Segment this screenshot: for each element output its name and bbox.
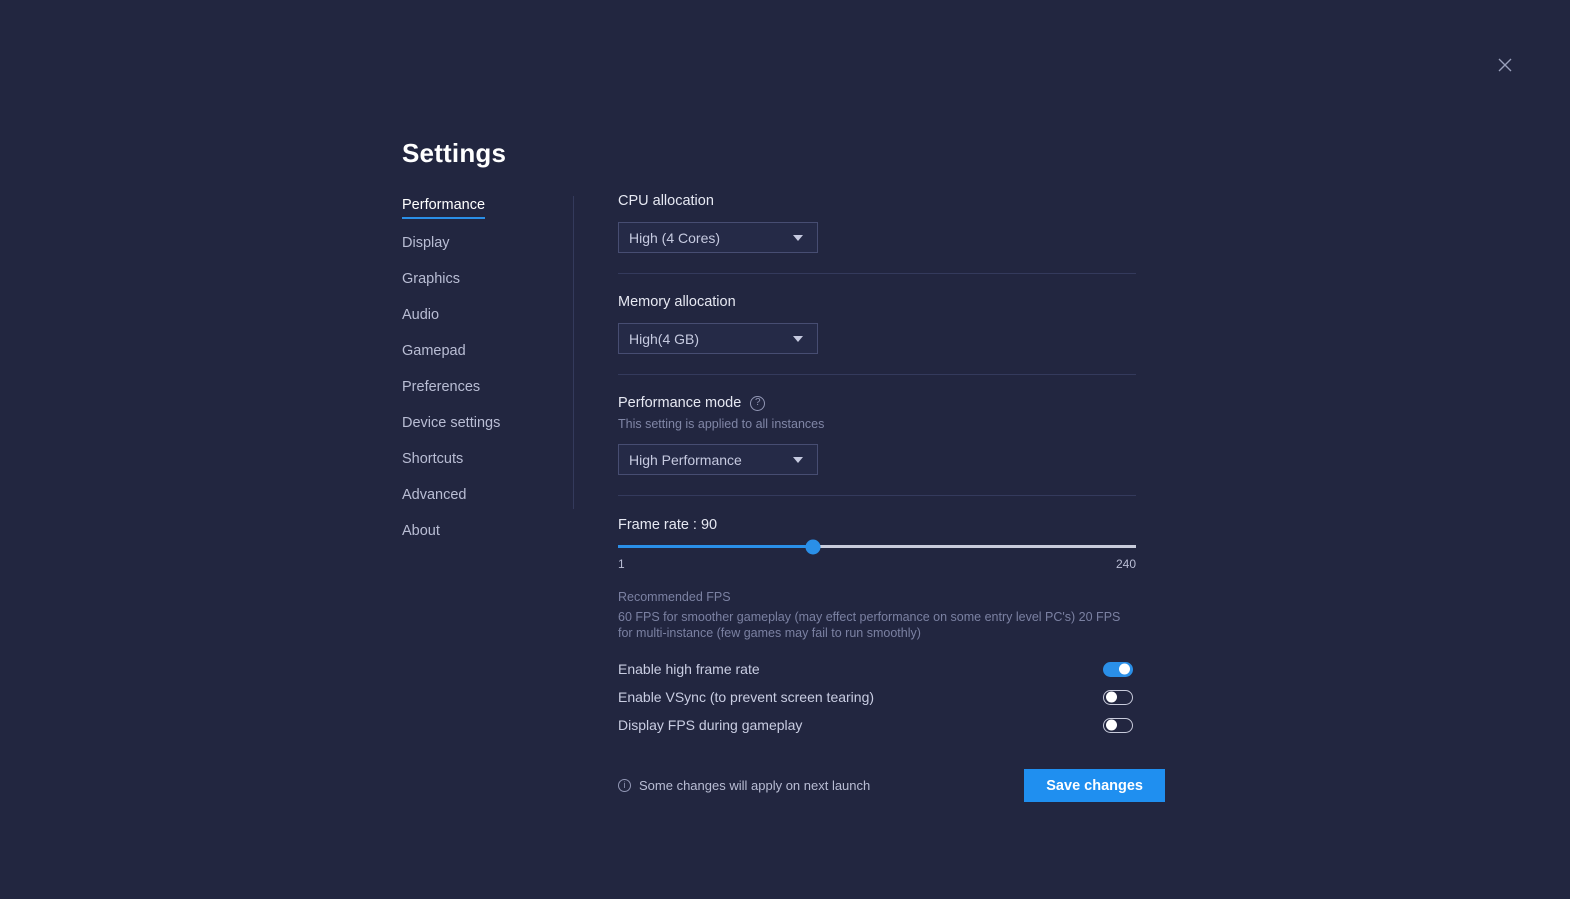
toggle-display-fps[interactable] bbox=[1103, 717, 1133, 733]
sidebar-item-advanced[interactable]: Advanced bbox=[402, 488, 467, 507]
footer: i Some changes will apply on next launch… bbox=[618, 769, 1165, 803]
divider bbox=[618, 273, 1136, 274]
cpu-allocation-select[interactable]: High (4 Cores) bbox=[618, 222, 818, 253]
performance-mode-header: Performance mode ? bbox=[618, 395, 1136, 411]
memory-allocation-value: High(4 GB) bbox=[629, 330, 700, 347]
sidebar-item-preferences[interactable]: Preferences bbox=[402, 380, 480, 399]
page-title: Settings bbox=[402, 138, 507, 168]
recommended-fps-heading: Recommended FPS bbox=[618, 590, 731, 604]
sidebar-item-graphics[interactable]: Graphics bbox=[402, 272, 460, 291]
toggle-knob bbox=[1119, 663, 1130, 675]
recommended-fps-body: 60 FPS for smoother gameplay (may effect… bbox=[618, 610, 1121, 640]
frame-rate-scale: 1 240 bbox=[618, 557, 1136, 571]
toggle-row-display-fps: Display FPS during gameplay bbox=[618, 711, 1133, 739]
divider bbox=[618, 495, 1136, 496]
settings-window: Settings Performance Display Graphics Au… bbox=[0, 0, 1570, 899]
sidebar-item-performance[interactable]: Performance bbox=[402, 198, 486, 219]
frame-rate-label: Frame rate : 90 bbox=[618, 517, 718, 533]
cpu-allocation-label: CPU allocation bbox=[618, 193, 714, 209]
toggle-row-high-frame-rate: Enable high frame rate bbox=[618, 655, 1133, 683]
performance-mode-note: This setting is applied to all instances bbox=[618, 417, 825, 431]
performance-mode-select[interactable]: High Performance bbox=[618, 444, 818, 475]
toggle-label: Enable high frame rate bbox=[618, 661, 760, 678]
chevron-down-icon bbox=[793, 234, 803, 241]
memory-allocation-select[interactable]: High(4 GB) bbox=[618, 323, 818, 354]
memory-allocation-section: Memory allocation High(4 GB) bbox=[618, 294, 1136, 354]
sidebar-item-display[interactable]: Display bbox=[402, 236, 450, 255]
save-changes-button[interactable]: Save changes bbox=[1024, 769, 1165, 803]
frame-rate-slider[interactable] bbox=[618, 539, 1136, 554]
chevron-down-icon bbox=[793, 335, 803, 342]
sidebar-item-gamepad[interactable]: Gamepad bbox=[402, 344, 466, 363]
frame-rate-min-label: 1 bbox=[618, 557, 625, 571]
sidebar-nav: Performance Display Graphics Audio Gamep… bbox=[402, 197, 552, 559]
performance-mode-value: High Performance bbox=[629, 451, 742, 468]
footer-note-text: Some changes will apply on next launch bbox=[639, 778, 871, 794]
cpu-allocation-section: CPU allocation High (4 Cores) bbox=[618, 193, 1136, 253]
footer-note: i Some changes will apply on next launch bbox=[618, 778, 870, 793]
frame-rate-slider-fill bbox=[618, 545, 813, 548]
frame-rate-slider-handle[interactable] bbox=[805, 539, 821, 554]
divider bbox=[618, 374, 1136, 375]
toggle-high-frame-rate[interactable] bbox=[1103, 661, 1133, 677]
help-circle-icon[interactable]: ? bbox=[750, 395, 766, 411]
toggle-row-vsync: Enable VSync (to prevent screen tearing) bbox=[618, 683, 1133, 711]
settings-content: CPU allocation High (4 Cores) Memory all… bbox=[618, 193, 1165, 803]
toggle-label: Enable VSync (to prevent screen tearing) bbox=[618, 689, 875, 706]
sidebar-item-device-settings[interactable]: Device settings bbox=[402, 416, 500, 435]
toggle-list: Enable high frame rate Enable VSync (to … bbox=[618, 655, 1136, 739]
sidebar-item-audio[interactable]: Audio bbox=[402, 308, 439, 327]
close-icon[interactable] bbox=[1490, 50, 1520, 80]
toggle-knob bbox=[1106, 691, 1117, 703]
chevron-down-icon bbox=[793, 456, 803, 463]
toggle-label: Display FPS during gameplay bbox=[618, 717, 803, 734]
frame-rate-section: Frame rate : 90 1 240 bbox=[618, 517, 1136, 571]
sidebar-item-shortcuts[interactable]: Shortcuts bbox=[402, 452, 463, 471]
performance-mode-label: Performance mode bbox=[618, 395, 742, 411]
info-circle-icon: i bbox=[618, 779, 631, 793]
sidebar-divider bbox=[573, 196, 574, 509]
sidebar-item-about[interactable]: About bbox=[402, 524, 440, 543]
cpu-allocation-value: High (4 Cores) bbox=[629, 229, 721, 246]
performance-mode-section: Performance mode ? This setting is appli… bbox=[618, 395, 1136, 475]
memory-allocation-label: Memory allocation bbox=[618, 294, 736, 310]
frame-rate-max-label: 240 bbox=[1115, 557, 1136, 571]
toggle-vsync[interactable] bbox=[1103, 689, 1133, 705]
toggle-knob bbox=[1106, 719, 1117, 731]
